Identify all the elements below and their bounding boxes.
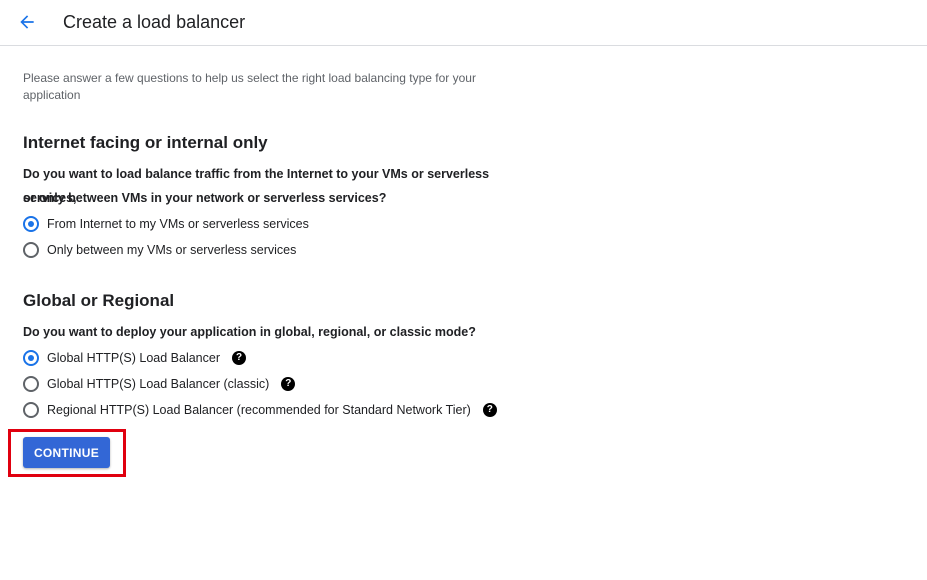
page-title: Create a load balancer bbox=[63, 12, 246, 32]
radio-button[interactable] bbox=[23, 242, 39, 258]
back-button[interactable] bbox=[14, 9, 40, 35]
radio-option-global-classic[interactable]: Global HTTP(S) Load Balancer (classic) ? bbox=[23, 374, 296, 394]
radio-label: Global HTTP(S) Load Balancer bbox=[47, 351, 220, 365]
page: Create a load balancer Please answer a f… bbox=[0, 0, 927, 580]
help-circle-icon[interactable]: ? bbox=[232, 351, 246, 365]
radio-button-selected[interactable] bbox=[23, 216, 39, 232]
radio-button-selected[interactable] bbox=[23, 350, 39, 366]
continue-button[interactable]: CONTINUE bbox=[23, 437, 110, 468]
help-circle-icon[interactable]: ? bbox=[482, 403, 497, 417]
section-title-internet-facing: Internet facing or internal only bbox=[23, 133, 268, 152]
help-circle-icon[interactable]: ? bbox=[281, 377, 296, 391]
radio-option-global[interactable]: Global HTTP(S) Load Balancer ? bbox=[23, 348, 246, 368]
arrow-back-icon bbox=[20, 15, 34, 29]
radio-option-only-between[interactable]: Only between my VMs or serverless servic… bbox=[23, 240, 296, 260]
page-header: Create a load balancer bbox=[0, 0, 927, 46]
radio-label: Only between my VMs or serverless servic… bbox=[47, 243, 297, 257]
question-line: or only between VMs in your network or s… bbox=[23, 191, 387, 205]
radio-label: Global HTTP(S) Load Balancer (classic) bbox=[47, 377, 270, 391]
radio-button[interactable] bbox=[23, 402, 39, 418]
radio-option-from-internet[interactable]: From Internet to my VMs or serverless se… bbox=[23, 214, 309, 234]
section-title-global-regional: Global or Regional bbox=[23, 291, 175, 310]
radio-option-regional[interactable]: Regional HTTP(S) Load Balancer (recommen… bbox=[23, 400, 497, 420]
radio-button[interactable] bbox=[23, 376, 39, 392]
question-line: Do you want to deploy your application i… bbox=[23, 325, 476, 339]
radio-label: From Internet to my VMs or serverless se… bbox=[47, 217, 309, 231]
radio-label: Regional HTTP(S) Load Balancer (recommen… bbox=[47, 403, 471, 417]
intro-text: Please answer a few questions to help us… bbox=[23, 71, 476, 102]
